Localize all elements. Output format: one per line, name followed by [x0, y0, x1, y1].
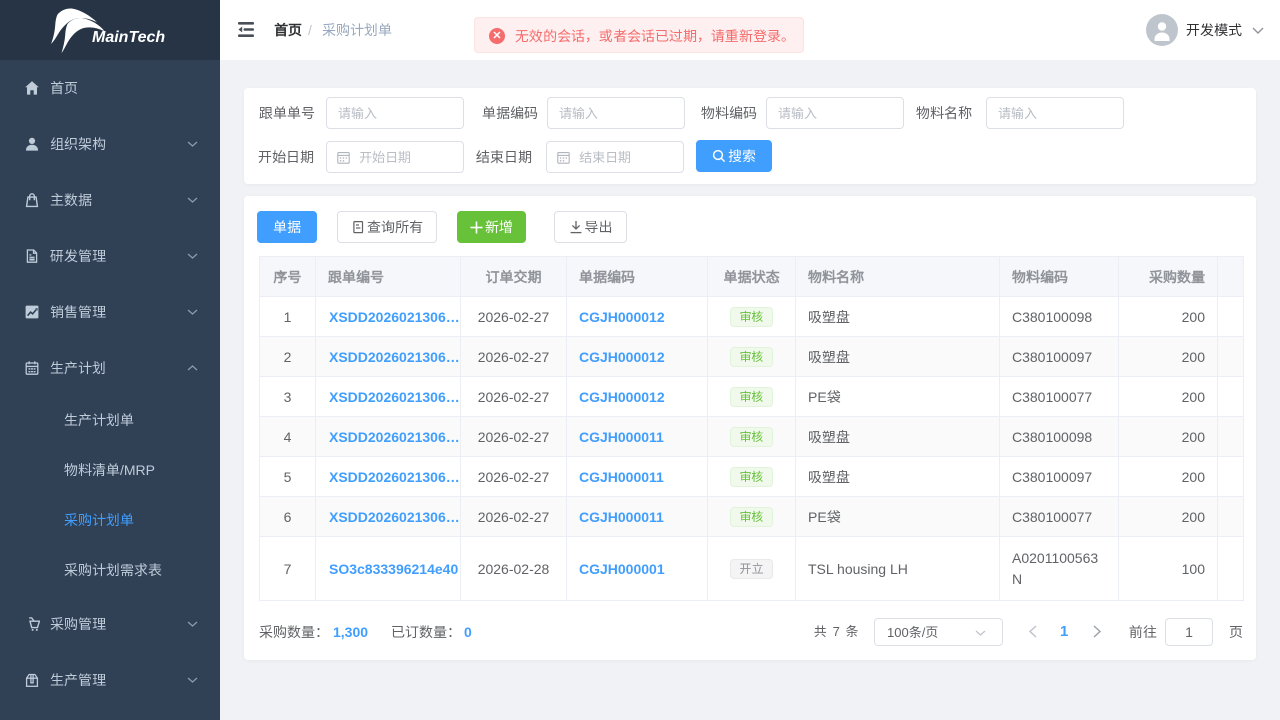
svg-text:MainTech: MainTech — [92, 29, 165, 46]
